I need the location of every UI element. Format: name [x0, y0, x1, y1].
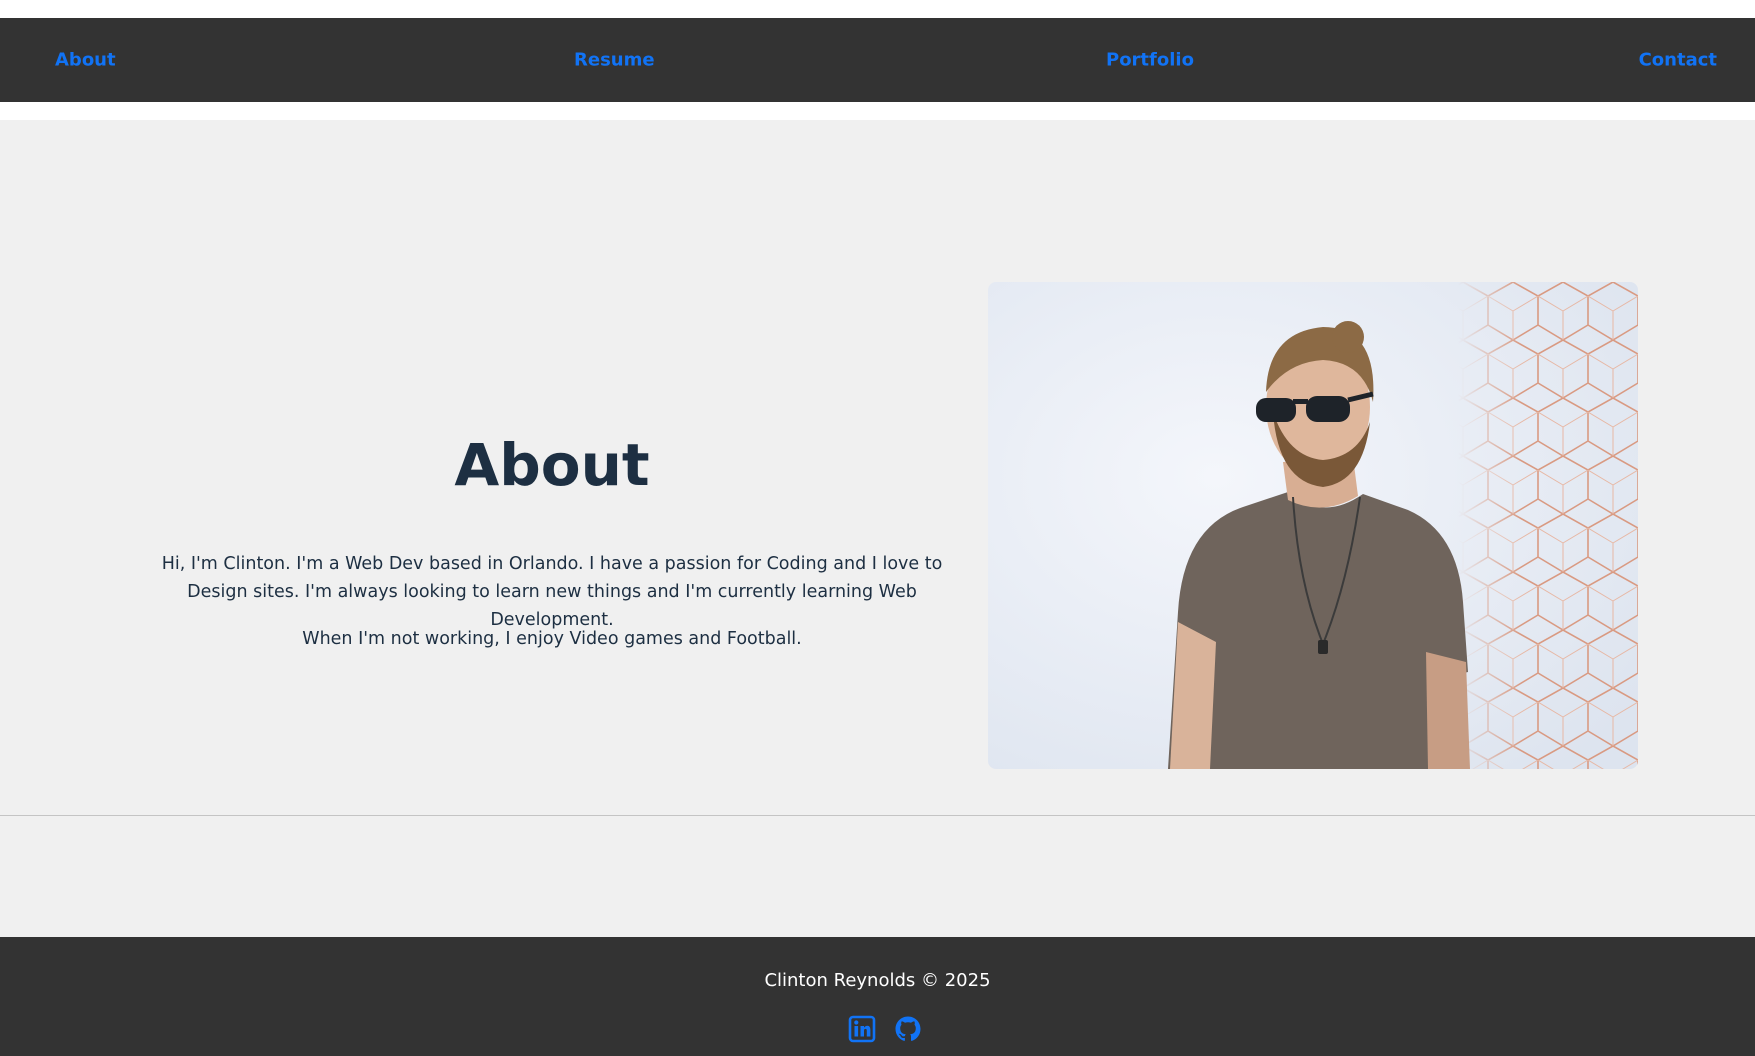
about-bio-text: Hi, I'm Clinton. I'm a Web Dev based in …	[161, 554, 943, 630]
about-hobbies-text: When I'm not working, I enjoy Video game…	[302, 629, 802, 649]
nav-link-about[interactable]: About	[55, 50, 116, 71]
profile-photo	[988, 282, 1638, 769]
section-divider	[0, 815, 1755, 816]
github-icon[interactable]	[894, 1015, 922, 1043]
linkedin-icon[interactable]	[848, 1015, 876, 1043]
nav-link-resume[interactable]: Resume	[574, 50, 655, 71]
navbar: About Resume Portfolio Contact	[0, 18, 1755, 102]
footer: Clinton Reynolds © 2025	[0, 937, 1755, 1056]
copyright-text: Clinton Reynolds © 2025	[764, 970, 991, 991]
about-section: About Hi, I'm Clinton. I'm a Web Dev bas…	[0, 120, 1755, 937]
nav-link-portfolio[interactable]: Portfolio	[1106, 50, 1194, 71]
nav-link-contact[interactable]: Contact	[1639, 50, 1717, 71]
about-heading: About	[454, 431, 650, 499]
